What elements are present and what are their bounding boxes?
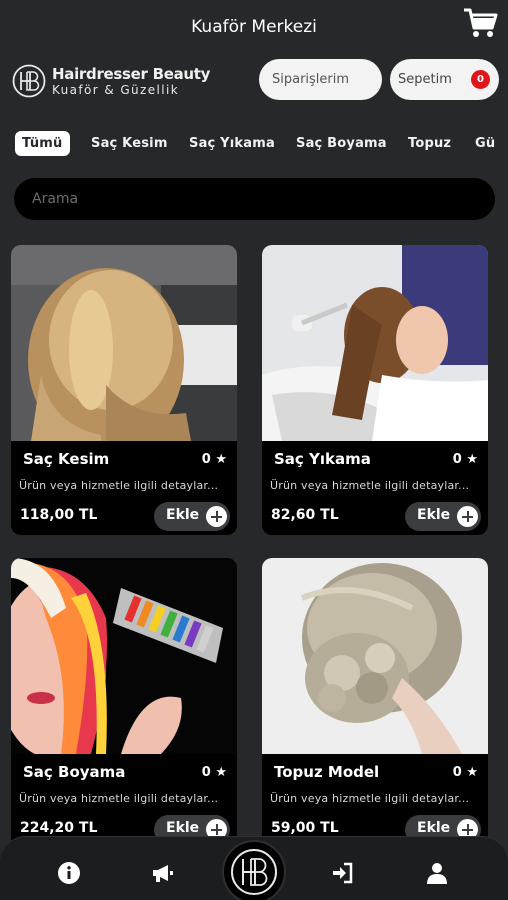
- product-description: Ürün veya hizmetle ilgili detaylar...: [270, 479, 470, 492]
- home-logo-button[interactable]: [222, 840, 286, 900]
- cart-label: Sepetim: [398, 72, 452, 87]
- hb-monogram-logo: [12, 64, 46, 98]
- product-title: Saç Yıkama: [274, 450, 371, 468]
- product-price: 118,00 TL: [20, 507, 98, 523]
- orders-label: Siparişlerim: [272, 72, 350, 87]
- add-label: Ekle: [166, 820, 200, 836]
- cart-count-badge: 0: [471, 70, 490, 89]
- app-header: Kuaför Merkezi: [0, 0, 508, 56]
- add-label: Ekle: [417, 820, 451, 836]
- user-icon[interactable]: [425, 861, 449, 885]
- product-card[interactable]: Saç Kesim 0 ★ Ürün veya hizmetle ilgili …: [11, 245, 237, 535]
- add-to-cart-button[interactable]: Ekle: [154, 502, 230, 531]
- tab-bun[interactable]: Topuz: [408, 131, 451, 156]
- product-description: Ürün veya hizmetle ilgili detaylar...: [270, 792, 470, 805]
- product-image: [262, 558, 488, 754]
- search-bar: [14, 178, 495, 220]
- product-price: 82,60 TL: [271, 507, 339, 523]
- tab-hair-color[interactable]: Saç Boyama: [296, 131, 387, 156]
- category-tabs: Tümü Saç Kesim Saç Yıkama Saç Boyama Top…: [0, 126, 508, 160]
- product-description: Ürün veya hizmetle ilgili detaylar...: [19, 792, 219, 805]
- shopping-cart-icon[interactable]: [462, 6, 498, 40]
- tab-all[interactable]: Tümü: [15, 131, 70, 156]
- login-icon[interactable]: [331, 861, 355, 885]
- add-label: Ekle: [417, 507, 451, 523]
- tab-beauty[interactable]: Gü: [475, 131, 495, 156]
- search-input[interactable]: [32, 178, 472, 220]
- hb-logo-icon: [231, 849, 277, 895]
- product-card[interactable]: Topuz Model 0 ★ Ürün veya hizmetle ilgil…: [262, 558, 488, 848]
- info-icon[interactable]: [57, 861, 81, 885]
- product-rating: 0 ★: [452, 765, 478, 780]
- app-title: Kuaför Merkezi: [191, 17, 317, 37]
- add-to-cart-button[interactable]: Ekle: [405, 502, 481, 531]
- plus-circle-icon: [457, 506, 478, 527]
- product-image: [262, 245, 488, 441]
- brand: Hairdresser Beauty Kuaför & Güzellik: [12, 62, 232, 100]
- tab-hair-cut[interactable]: Saç Kesim: [91, 131, 168, 156]
- product-rating: 0 ★: [201, 765, 227, 780]
- product-card[interactable]: Saç Yıkama 0 ★ Ürün veya hizmetle ilgili…: [262, 245, 488, 535]
- product-image: [11, 245, 237, 441]
- add-label: Ekle: [166, 507, 200, 523]
- product-title: Saç Boyama: [23, 763, 126, 781]
- brand-name: Hairdresser Beauty: [52, 65, 211, 83]
- brand-subtitle: Kuaför & Güzellik: [52, 83, 180, 97]
- product-title: Saç Kesim: [23, 450, 110, 468]
- tab-hair-wash[interactable]: Saç Yıkama: [189, 131, 275, 156]
- product-price: 224,20 TL: [20, 820, 98, 836]
- megaphone-icon[interactable]: [151, 861, 175, 885]
- cart-button[interactable]: Sepetim 0: [390, 59, 499, 100]
- product-rating: 0 ★: [201, 452, 227, 467]
- plus-circle-icon: [206, 506, 227, 527]
- orders-button[interactable]: Siparişlerim: [259, 59, 382, 100]
- product-price: 59,00 TL: [271, 820, 339, 836]
- product-rating: 0 ★: [452, 452, 478, 467]
- product-card[interactable]: Saç Boyama 0 ★ Ürün veya hizmetle ilgili…: [11, 558, 237, 848]
- product-title: Topuz Model: [274, 763, 380, 781]
- product-description: Ürün veya hizmetle ilgili detaylar...: [19, 479, 219, 492]
- product-image: [11, 558, 237, 754]
